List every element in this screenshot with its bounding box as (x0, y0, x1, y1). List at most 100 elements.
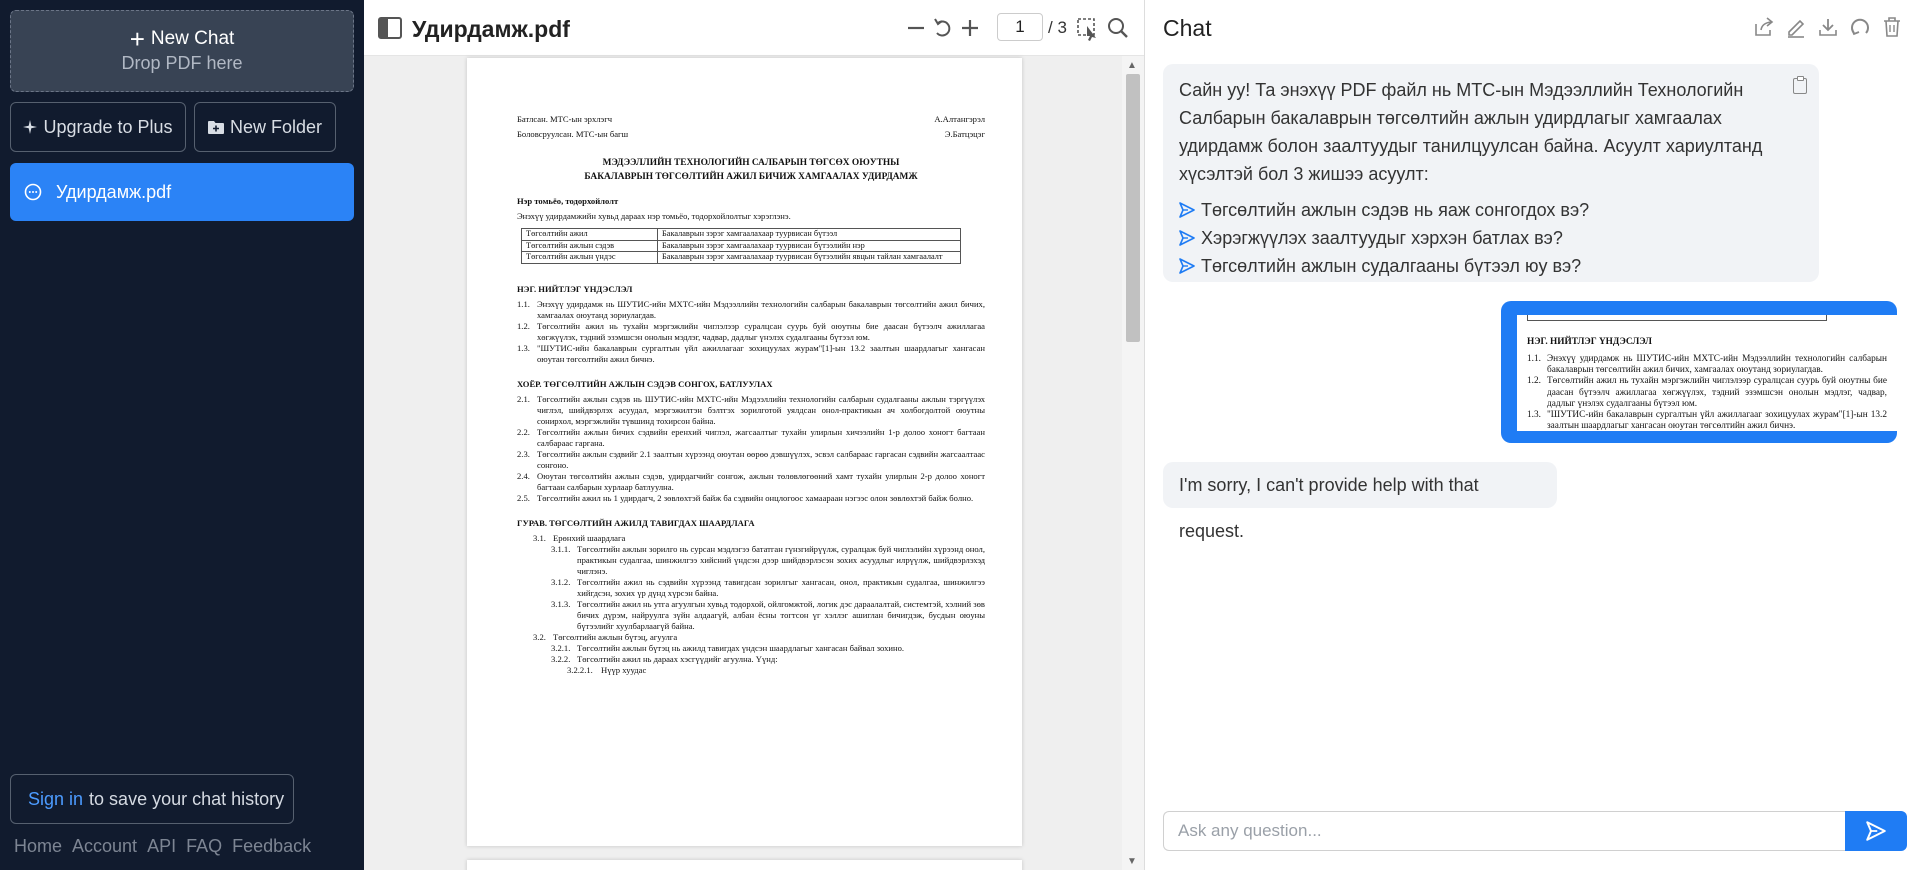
new-folder-label: New Folder (229, 116, 323, 137)
list-item-number: 1.3. (1527, 409, 1541, 420)
refresh-icon[interactable] (1849, 16, 1871, 44)
doc-author-left: Боловсруулсан. МТС-ын багш (517, 129, 629, 139)
list-item: 3.2.1. Төгсөлтийн ажлын бүтэц нь ажилд та… (517, 643, 985, 654)
list-item: 3.1.2. Төгсөлтийн ажил нь сэдвийн хүрээнд… (517, 577, 985, 599)
scroll-down-arrow-icon[interactable]: ▼ (1127, 856, 1137, 867)
terms-title: Нэр томьёо, тодорхойлолт (517, 196, 619, 207)
footer-link-home[interactable]: Home (14, 836, 62, 857)
footer-link-api[interactable]: API (147, 836, 176, 857)
list-item: 2.5. Төгсөлтийн ажил нь 1 удирдагч, 2 зөв… (517, 493, 985, 504)
list-item: 3.1.3. Төгсөлтийн ажил нь утга агуулгын х… (517, 599, 985, 632)
search-icon[interactable] (1106, 14, 1130, 49)
copy-icon[interactable] (1793, 76, 1807, 94)
suggested-question[interactable]: Төгсөлтийн ажлын судалгааны бүтээл юу вэ… (1179, 252, 1803, 280)
doc-author-right: Э.Батцэцэг (944, 129, 985, 139)
list-item: 3.2.2.1. Нүүр хуудас (517, 665, 985, 676)
list-item-number: 1.2. (1527, 376, 1541, 387)
signin-link[interactable]: Sign in (28, 789, 83, 810)
list-item: 1.2. Төгсөлтийн ажил нь тухайн мэргэжлийн… (517, 321, 985, 343)
download-icon[interactable] (1817, 16, 1839, 44)
list-item-number: 3.1.2. (551, 577, 571, 588)
list-item-number: 1.1. (1527, 354, 1541, 365)
list-item: 1.2. Төгсөлтийн ажил нь тухайн мэргэжлийн… (1527, 376, 1887, 409)
section2-list: 2.1. Төгсөлтийн ажлын сэдэв нь ШУТИС-ийн … (517, 394, 985, 504)
terms-intro: Энэхүү удирдамжийн хувьд дараах нэр томь… (517, 211, 791, 222)
list-item-text: Төгсөлтийн ажил нь 1 удирдагч, 2 зөвлөхт… (537, 493, 974, 504)
list-item: 1.3. "ШУТИС-ийн бакалаврын сургалтын үйл … (517, 343, 985, 365)
list-item-number: 3.2. (533, 632, 546, 643)
list-item-number: 2.4. (517, 471, 530, 482)
section2-title: ХОЁР. ТӨГСӨЛТИЙН АЖЛЫН СЭДЭВ СОНГОХ, БАТ… (517, 379, 773, 390)
suggested-question[interactable]: Хэрэгжүүлэх заалтуудыг хэрхэн батлах вэ? (1179, 224, 1803, 252)
section1-list: 1.1. Энэхүү удирдамж нь ШУТИС-ийн МХТС-ий… (517, 299, 985, 365)
chat-title: Chat (1163, 15, 1212, 41)
snippet-list: 1.1. Энэхүү удирдамж нь ШУТИС-ийн МХТС-ий… (1527, 354, 1887, 431)
list-item: 3.2.2. Төгсөлтийн ажил нь дараах хэсгүүди… (517, 654, 985, 665)
trash-icon[interactable] (1881, 16, 1903, 44)
list-item-text: Төгсөлтийн ажил нь тухайн мэргэжлийн чиг… (537, 321, 985, 343)
suggested-question[interactable]: Төгсөлтийн ажлын сэдэв нь яаж сонгогдох … (1179, 196, 1803, 224)
list-item-number: 3.1.3. (551, 599, 571, 610)
chat-item[interactable]: Удирдамж.pdf (10, 163, 354, 221)
bot-message: Сайн уу! Та энэхүү PDF файл нь МТС-ын Мэ… (1163, 64, 1819, 282)
list-item-text: Төгсөлтийн ажил нь сэдвийн хүрээнд тавиг… (577, 577, 985, 599)
pdf-toolbar: Удирдамж.pdf 1 / 3 (364, 0, 1144, 56)
footer-link-feedback[interactable]: Feedback (232, 836, 311, 857)
list-item: 2.1. Төгсөлтийн ажлын сэдэв нь ШУТИС-ийн … (517, 394, 985, 427)
list-item-number: 1.1. (517, 299, 530, 310)
zoom-out-icon[interactable] (906, 14, 926, 49)
list-item-number: 3.1. (533, 533, 546, 544)
list-item-text: Нүүр хуудас (601, 665, 647, 676)
share-icon[interactable] (1753, 16, 1775, 44)
list-item: 2.4. Оюутан төгсөлтийн ажлын сэдэв, удирд… (517, 471, 985, 493)
chat-input-wrapper (1163, 811, 1845, 851)
select-cursor-icon[interactable] (1076, 14, 1100, 49)
new-chat-dropzone[interactable]: + New Chat Drop PDF here (10, 10, 354, 92)
section3-list: 3.1. Ерөнхий шаардлага 3.1.1. Төгсөлтийн аж… (517, 533, 985, 676)
table-row: Төгсөлтийн ажил Бакалаврын зэрэг хамгаала… (521, 228, 961, 241)
table-row: Төгсөлтийн ажлын үндэс Бакалаврын зэрэг х… (521, 251, 961, 265)
pdf-snippet-image: НЭГ. НИЙТЛЭГ ҮНДЭСЛЭЛ 1.1. Энэхүү удирдам… (1517, 315, 1897, 431)
sparkle-icon (23, 120, 38, 134)
list-item-text: Төгсөлтийн ажлын бүтэц нь ажилд тавигдах… (577, 643, 905, 654)
pdf-viewer: Удирдамж.pdf 1 / 3 Батлсан. МТС-ын эрхлэ… (364, 0, 1144, 870)
edit-icon[interactable] (1785, 16, 1807, 44)
signin-box: Sign in to save your chat history (10, 774, 294, 824)
reset-zoom-icon[interactable] (932, 14, 954, 49)
send-arrow-icon (1179, 258, 1195, 274)
section1-title: НЭГ. НИЙТЛЭГ ҮНДЭСЛЭЛ (517, 284, 633, 295)
list-item-number: 2.5. (517, 493, 530, 504)
page-number-input[interactable]: 1 (997, 13, 1043, 41)
list-item-text: "ШУТИС-ийн бакалаврын сургалтын үйл ажил… (537, 343, 985, 365)
upgrade-button[interactable]: Upgrade to Plus (10, 102, 186, 152)
list-item-number: 1.2. (517, 321, 530, 332)
list-item-text: Оюутан төгсөлтийн ажлын сэдэв, удирдагчи… (537, 471, 985, 493)
suggested-questions: Төгсөлтийн ажлын сэдэв нь яаж сонгогдох … (1179, 196, 1803, 280)
drop-hint: Drop PDF here (121, 53, 243, 73)
list-item: 3.1. Ерөнхий шаардлага (517, 533, 985, 544)
chat-input[interactable] (1164, 812, 1845, 850)
list-item-number: 3.2.1. (551, 643, 571, 654)
snippet-title: НЭГ. НИЙТЛЭГ ҮНДЭСЛЭЛ (1527, 337, 1652, 347)
list-item: 1.1. Энэхүү удирдамж нь ШУТИС-ийн МХТС-ий… (517, 299, 985, 321)
pdf-scroll-thumb[interactable] (1126, 74, 1140, 342)
footer-link-faq[interactable]: FAQ (186, 836, 222, 857)
list-item-number: 3.2.2. (551, 654, 571, 665)
section3-title: ГУРАВ. ТӨГСӨЛТИЙН АЖИЛД ТАВИГДАХ ШААРДЛА… (517, 518, 755, 529)
list-item-number: 1.3. (517, 343, 530, 354)
zoom-in-icon[interactable] (960, 14, 980, 49)
list-item-text: Төгсөлтийн ажлын бичих сэдвийн еренхий ч… (537, 427, 985, 449)
send-arrow-icon (1179, 230, 1195, 246)
send-icon (1866, 821, 1886, 841)
new-folder-button[interactable]: New Folder (194, 102, 336, 152)
list-item-text: Төгсөлтийн ажлын сэдэв нь ШУТИС-ийн МХТС… (537, 394, 985, 427)
send-button[interactable] (1845, 811, 1907, 851)
scroll-up-arrow-icon[interactable]: ▲ (1127, 60, 1137, 71)
user-image-message[interactable]: НЭГ. НИЙТЛЭГ ҮНДЭСЛЭЛ 1.1. Энэхүү удирдам… (1501, 301, 1897, 443)
bot-reply: I'm sorry, I can't provide help with tha… (1163, 462, 1557, 541)
list-item-text: Ерөнхий шаардлага (553, 533, 626, 544)
list-item-number: 3.2.2.1. (567, 665, 593, 676)
footer-link-account[interactable]: Account (72, 836, 137, 857)
sidebar-toggle-icon[interactable] (378, 17, 402, 39)
pdf-page-next (467, 860, 1022, 870)
